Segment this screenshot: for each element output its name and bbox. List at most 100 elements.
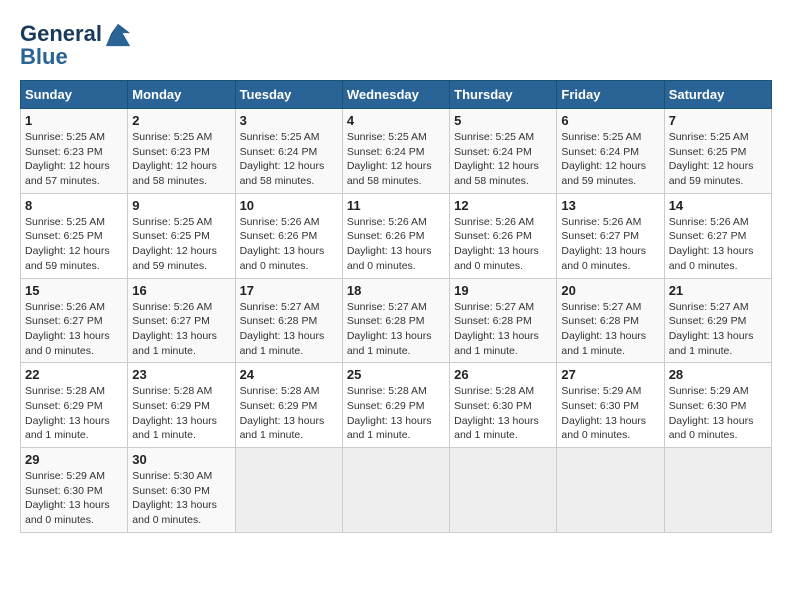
day-info: Sunrise: 5:26 AMSunset: 6:27 PMDaylight:… (669, 215, 767, 274)
weekday-header-tuesday: Tuesday (235, 81, 342, 109)
day-info: Sunrise: 5:26 AMSunset: 6:26 PMDaylight:… (454, 215, 552, 274)
day-number: 24 (240, 367, 338, 382)
calendar-cell: 13 Sunrise: 5:26 AMSunset: 6:27 PMDaylig… (557, 193, 664, 278)
day-number: 30 (132, 452, 230, 467)
day-number: 7 (669, 113, 767, 128)
day-info: Sunrise: 5:27 AMSunset: 6:29 PMDaylight:… (669, 300, 767, 359)
day-number: 28 (669, 367, 767, 382)
calendar-cell: 2 Sunrise: 5:25 AMSunset: 6:23 PMDayligh… (128, 109, 235, 194)
calendar-cell: 30 Sunrise: 5:30 AMSunset: 6:30 PMDaylig… (128, 448, 235, 533)
day-info: Sunrise: 5:25 AMSunset: 6:25 PMDaylight:… (25, 215, 123, 274)
day-info: Sunrise: 5:29 AMSunset: 6:30 PMDaylight:… (561, 384, 659, 443)
day-number: 12 (454, 198, 552, 213)
calendar-cell (557, 448, 664, 533)
day-info: Sunrise: 5:26 AMSunset: 6:27 PMDaylight:… (132, 300, 230, 359)
calendar-cell: 12 Sunrise: 5:26 AMSunset: 6:26 PMDaylig… (450, 193, 557, 278)
calendar-week-2: 8 Sunrise: 5:25 AMSunset: 6:25 PMDayligh… (21, 193, 772, 278)
day-info: Sunrise: 5:26 AMSunset: 6:27 PMDaylight:… (561, 215, 659, 274)
day-number: 5 (454, 113, 552, 128)
calendar-cell: 24 Sunrise: 5:28 AMSunset: 6:29 PMDaylig… (235, 363, 342, 448)
day-info: Sunrise: 5:28 AMSunset: 6:30 PMDaylight:… (454, 384, 552, 443)
calendar-cell: 10 Sunrise: 5:26 AMSunset: 6:26 PMDaylig… (235, 193, 342, 278)
calendar-cell: 8 Sunrise: 5:25 AMSunset: 6:25 PMDayligh… (21, 193, 128, 278)
weekday-header-sunday: Sunday (21, 81, 128, 109)
day-number: 13 (561, 198, 659, 213)
calendar-cell: 11 Sunrise: 5:26 AMSunset: 6:26 PMDaylig… (342, 193, 449, 278)
calendar-cell (664, 448, 771, 533)
day-number: 8 (25, 198, 123, 213)
day-info: Sunrise: 5:26 AMSunset: 6:27 PMDaylight:… (25, 300, 123, 359)
day-number: 27 (561, 367, 659, 382)
day-info: Sunrise: 5:25 AMSunset: 6:24 PMDaylight:… (240, 130, 338, 189)
day-info: Sunrise: 5:29 AMSunset: 6:30 PMDaylight:… (25, 469, 123, 528)
day-info: Sunrise: 5:25 AMSunset: 6:25 PMDaylight:… (669, 130, 767, 189)
calendar-cell: 18 Sunrise: 5:27 AMSunset: 6:28 PMDaylig… (342, 278, 449, 363)
calendar-cell: 21 Sunrise: 5:27 AMSunset: 6:29 PMDaylig… (664, 278, 771, 363)
day-number: 1 (25, 113, 123, 128)
day-info: Sunrise: 5:27 AMSunset: 6:28 PMDaylight:… (240, 300, 338, 359)
day-info: Sunrise: 5:28 AMSunset: 6:29 PMDaylight:… (240, 384, 338, 443)
day-info: Sunrise: 5:25 AMSunset: 6:24 PMDaylight:… (561, 130, 659, 189)
calendar-cell (342, 448, 449, 533)
day-info: Sunrise: 5:30 AMSunset: 6:30 PMDaylight:… (132, 469, 230, 528)
day-info: Sunrise: 5:28 AMSunset: 6:29 PMDaylight:… (25, 384, 123, 443)
calendar-cell: 4 Sunrise: 5:25 AMSunset: 6:24 PMDayligh… (342, 109, 449, 194)
day-number: 21 (669, 283, 767, 298)
day-number: 2 (132, 113, 230, 128)
day-info: Sunrise: 5:28 AMSunset: 6:29 PMDaylight:… (132, 384, 230, 443)
calendar-cell: 9 Sunrise: 5:25 AMSunset: 6:25 PMDayligh… (128, 193, 235, 278)
day-info: Sunrise: 5:25 AMSunset: 6:23 PMDaylight:… (132, 130, 230, 189)
calendar-cell: 7 Sunrise: 5:25 AMSunset: 6:25 PMDayligh… (664, 109, 771, 194)
day-info: Sunrise: 5:27 AMSunset: 6:28 PMDaylight:… (347, 300, 445, 359)
day-number: 23 (132, 367, 230, 382)
weekday-header-wednesday: Wednesday (342, 81, 449, 109)
day-number: 17 (240, 283, 338, 298)
logo-icon (104, 20, 132, 48)
calendar-cell (450, 448, 557, 533)
day-number: 19 (454, 283, 552, 298)
day-number: 4 (347, 113, 445, 128)
calendar-cell: 5 Sunrise: 5:25 AMSunset: 6:24 PMDayligh… (450, 109, 557, 194)
calendar-cell: 26 Sunrise: 5:28 AMSunset: 6:30 PMDaylig… (450, 363, 557, 448)
calendar-cell: 16 Sunrise: 5:26 AMSunset: 6:27 PMDaylig… (128, 278, 235, 363)
day-number: 11 (347, 198, 445, 213)
calendar-cell: 28 Sunrise: 5:29 AMSunset: 6:30 PMDaylig… (664, 363, 771, 448)
calendar-cell: 22 Sunrise: 5:28 AMSunset: 6:29 PMDaylig… (21, 363, 128, 448)
day-info: Sunrise: 5:25 AMSunset: 6:24 PMDaylight:… (454, 130, 552, 189)
weekday-header-thursday: Thursday (450, 81, 557, 109)
day-number: 18 (347, 283, 445, 298)
weekday-header-monday: Monday (128, 81, 235, 109)
calendar-week-5: 29 Sunrise: 5:29 AMSunset: 6:30 PMDaylig… (21, 448, 772, 533)
calendar-week-1: 1 Sunrise: 5:25 AMSunset: 6:23 PMDayligh… (21, 109, 772, 194)
day-info: Sunrise: 5:27 AMSunset: 6:28 PMDaylight:… (454, 300, 552, 359)
calendar-cell (235, 448, 342, 533)
day-number: 16 (132, 283, 230, 298)
day-number: 29 (25, 452, 123, 467)
day-number: 9 (132, 198, 230, 213)
calendar-cell: 27 Sunrise: 5:29 AMSunset: 6:30 PMDaylig… (557, 363, 664, 448)
calendar-table: SundayMondayTuesdayWednesdayThursdayFrid… (20, 80, 772, 533)
calendar-cell: 3 Sunrise: 5:25 AMSunset: 6:24 PMDayligh… (235, 109, 342, 194)
calendar-cell: 15 Sunrise: 5:26 AMSunset: 6:27 PMDaylig… (21, 278, 128, 363)
day-number: 10 (240, 198, 338, 213)
calendar-cell: 23 Sunrise: 5:28 AMSunset: 6:29 PMDaylig… (128, 363, 235, 448)
day-info: Sunrise: 5:29 AMSunset: 6:30 PMDaylight:… (669, 384, 767, 443)
calendar-week-3: 15 Sunrise: 5:26 AMSunset: 6:27 PMDaylig… (21, 278, 772, 363)
calendar-cell: 19 Sunrise: 5:27 AMSunset: 6:28 PMDaylig… (450, 278, 557, 363)
calendar-cell: 6 Sunrise: 5:25 AMSunset: 6:24 PMDayligh… (557, 109, 664, 194)
day-number: 26 (454, 367, 552, 382)
calendar-cell: 17 Sunrise: 5:27 AMSunset: 6:28 PMDaylig… (235, 278, 342, 363)
day-number: 6 (561, 113, 659, 128)
day-number: 14 (669, 198, 767, 213)
day-info: Sunrise: 5:27 AMSunset: 6:28 PMDaylight:… (561, 300, 659, 359)
day-number: 3 (240, 113, 338, 128)
day-info: Sunrise: 5:25 AMSunset: 6:23 PMDaylight:… (25, 130, 123, 189)
calendar-week-4: 22 Sunrise: 5:28 AMSunset: 6:29 PMDaylig… (21, 363, 772, 448)
logo: General Blue (20, 20, 132, 70)
weekday-header-friday: Friday (557, 81, 664, 109)
calendar-header: SundayMondayTuesdayWednesdayThursdayFrid… (21, 81, 772, 109)
day-info: Sunrise: 5:28 AMSunset: 6:29 PMDaylight:… (347, 384, 445, 443)
day-info: Sunrise: 5:26 AMSunset: 6:26 PMDaylight:… (347, 215, 445, 274)
page-header: General Blue (20, 20, 772, 70)
day-number: 20 (561, 283, 659, 298)
